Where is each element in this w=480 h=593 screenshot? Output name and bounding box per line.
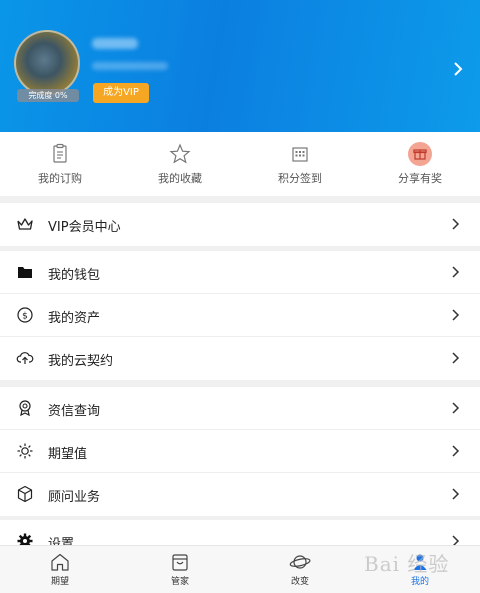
crown-icon [17,218,33,230]
menu-item-assets[interactable]: $ 我的资产 [0,294,480,337]
menu-item-expectation[interactable]: 期望值 [0,430,480,473]
home-icon [51,553,69,571]
gift-icon [408,142,432,166]
tab-label: 管家 [170,577,189,587]
quick-action-favorites[interactable]: 我的收藏 [120,132,240,196]
cube-icon [17,485,33,503]
tab-label: 期望 [50,577,69,587]
chevron-right-icon [452,402,460,414]
user-subtitle-blurred [92,62,168,70]
star-icon [169,143,191,164]
chevron-right-icon [452,218,460,230]
menu-item-advisory[interactable]: 顾问业务 [0,473,480,516]
clipboard-icon [53,143,67,163]
menu-item-cloud-contract[interactable]: 我的云契约 [0,337,480,380]
sun-icon [17,443,33,459]
calendar-grid-icon [292,147,308,162]
services-group: 资信查询 期望值 顾问业务 [0,387,480,516]
tab-label: 改变 [290,577,309,587]
menu-item-label: 我的云契约 [48,354,114,369]
vip-group: VIP会员中心 [0,203,480,246]
avatar[interactable] [14,30,80,96]
cloud-upload-icon [16,352,34,364]
quick-action-checkin[interactable]: 积分签到 [240,132,360,196]
chevron-right-icon [452,445,460,457]
completion-badge: 完成度 0% [17,89,79,102]
chevron-right-icon [452,352,460,364]
dollar-circle-icon: $ [17,307,33,323]
profile-header[interactable]: 完成度 0% 成为VIP [0,0,480,132]
svg-text:$: $ [22,312,28,322]
quick-action-label: 我的订购 [38,172,82,185]
chevron-right-icon [452,309,460,321]
quick-action-label: 积分签到 [278,172,322,185]
menu-item-label: 期望值 [48,447,88,462]
watermark-logo: Bai 经验 [364,552,450,576]
quick-action-label: 我的收藏 [158,172,202,185]
tab-steward[interactable]: 管家 [120,546,240,593]
quick-action-label: 分享有奖 [398,172,442,185]
username-blurred [92,38,138,49]
quick-action-orders[interactable]: 我的订购 [0,132,120,196]
badge-icon [19,400,31,417]
menu-item-label: VIP会员中心 [48,220,121,235]
menu-item-label: 顾问业务 [48,490,101,505]
menu-item-label: 资信查询 [48,404,101,419]
become-vip-button[interactable]: 成为VIP [93,83,149,103]
finance-group: 我的钱包 $ 我的资产 我的云契约 [0,251,480,380]
menu-item-label: 我的钱包 [48,268,101,283]
quick-action-share[interactable]: 分享有奖 [360,132,480,196]
menu-item-label: 我的资产 [48,311,101,326]
menu-item-credit-inquiry[interactable]: 资信查询 [0,387,480,430]
chevron-right-icon [452,488,460,500]
menu-item-vip-center[interactable]: VIP会员中心 [0,203,480,246]
folder-icon [18,267,32,278]
shopping-bag-icon [172,554,188,571]
chevron-right-icon[interactable] [450,60,466,78]
chevron-right-icon [452,266,460,278]
tab-change[interactable]: 改变 [240,546,360,593]
quick-actions: 我的订购 我的收藏 积分签到 分享有奖 [0,132,480,196]
planet-icon [289,555,311,569]
tab-expectation[interactable]: 期望 [0,546,120,593]
menu-item-wallet[interactable]: 我的钱包 [0,251,480,294]
